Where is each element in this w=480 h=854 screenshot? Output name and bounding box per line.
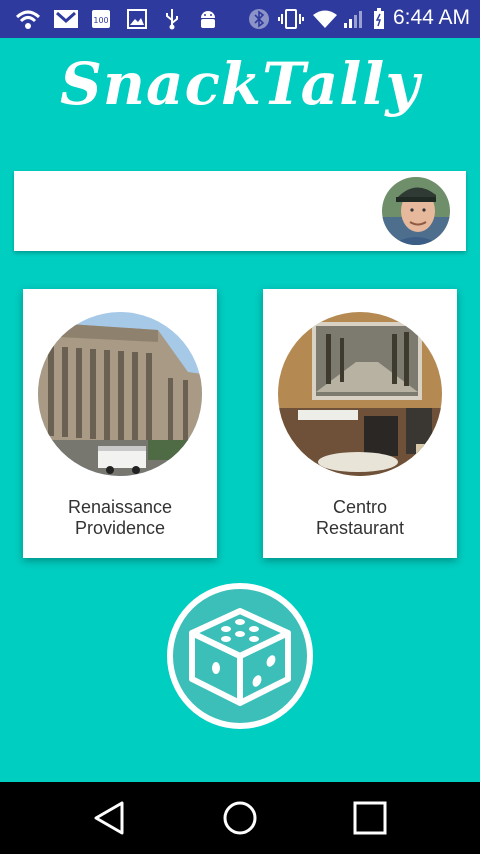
recents-icon[interactable] [348, 798, 392, 838]
svg-text:100: 100 [93, 16, 108, 25]
place-name-line1: Centro [332, 497, 388, 517]
vibrate-icon [278, 8, 304, 30]
place-image-hotel [38, 312, 202, 476]
usb-icon [162, 8, 182, 30]
dice-icon [167, 583, 313, 729]
random-pick-button[interactable] [165, 581, 315, 731]
status-time: 6:44 AM [392, 6, 470, 29]
home-icon[interactable] [218, 798, 262, 838]
gmail-icon [52, 8, 80, 30]
place-image-restaurant [278, 312, 442, 476]
back-icon[interactable] [87, 798, 131, 838]
navigation-bar [0, 782, 480, 854]
wifi-call-icon [14, 8, 42, 30]
status-bar: 100 6:44 AM [0, 0, 480, 38]
place-name-line2: Restaurant [315, 518, 405, 538]
battery-icon [372, 8, 386, 30]
signal-icon [342, 8, 364, 30]
place-name-line2: Providence [74, 518, 166, 538]
badge-100-icon: 100 [90, 8, 112, 30]
image-icon [126, 8, 148, 30]
place-card-centro-restaurant[interactable]: Centro Restaurant [263, 289, 457, 558]
place-name-line1: Renaissance [67, 497, 173, 517]
wifi-icon [312, 8, 338, 30]
place-name: Centro Restaurant [263, 497, 457, 539]
place-name: Renaissance Providence [23, 497, 217, 539]
bluetooth-icon [248, 8, 270, 30]
android-icon [196, 8, 220, 30]
app-title: SnackTally [59, 50, 421, 118]
place-card-renaissance-providence[interactable]: Renaissance Providence [23, 289, 217, 558]
user-avatar[interactable] [382, 177, 450, 245]
profile-card[interactable] [14, 171, 466, 251]
